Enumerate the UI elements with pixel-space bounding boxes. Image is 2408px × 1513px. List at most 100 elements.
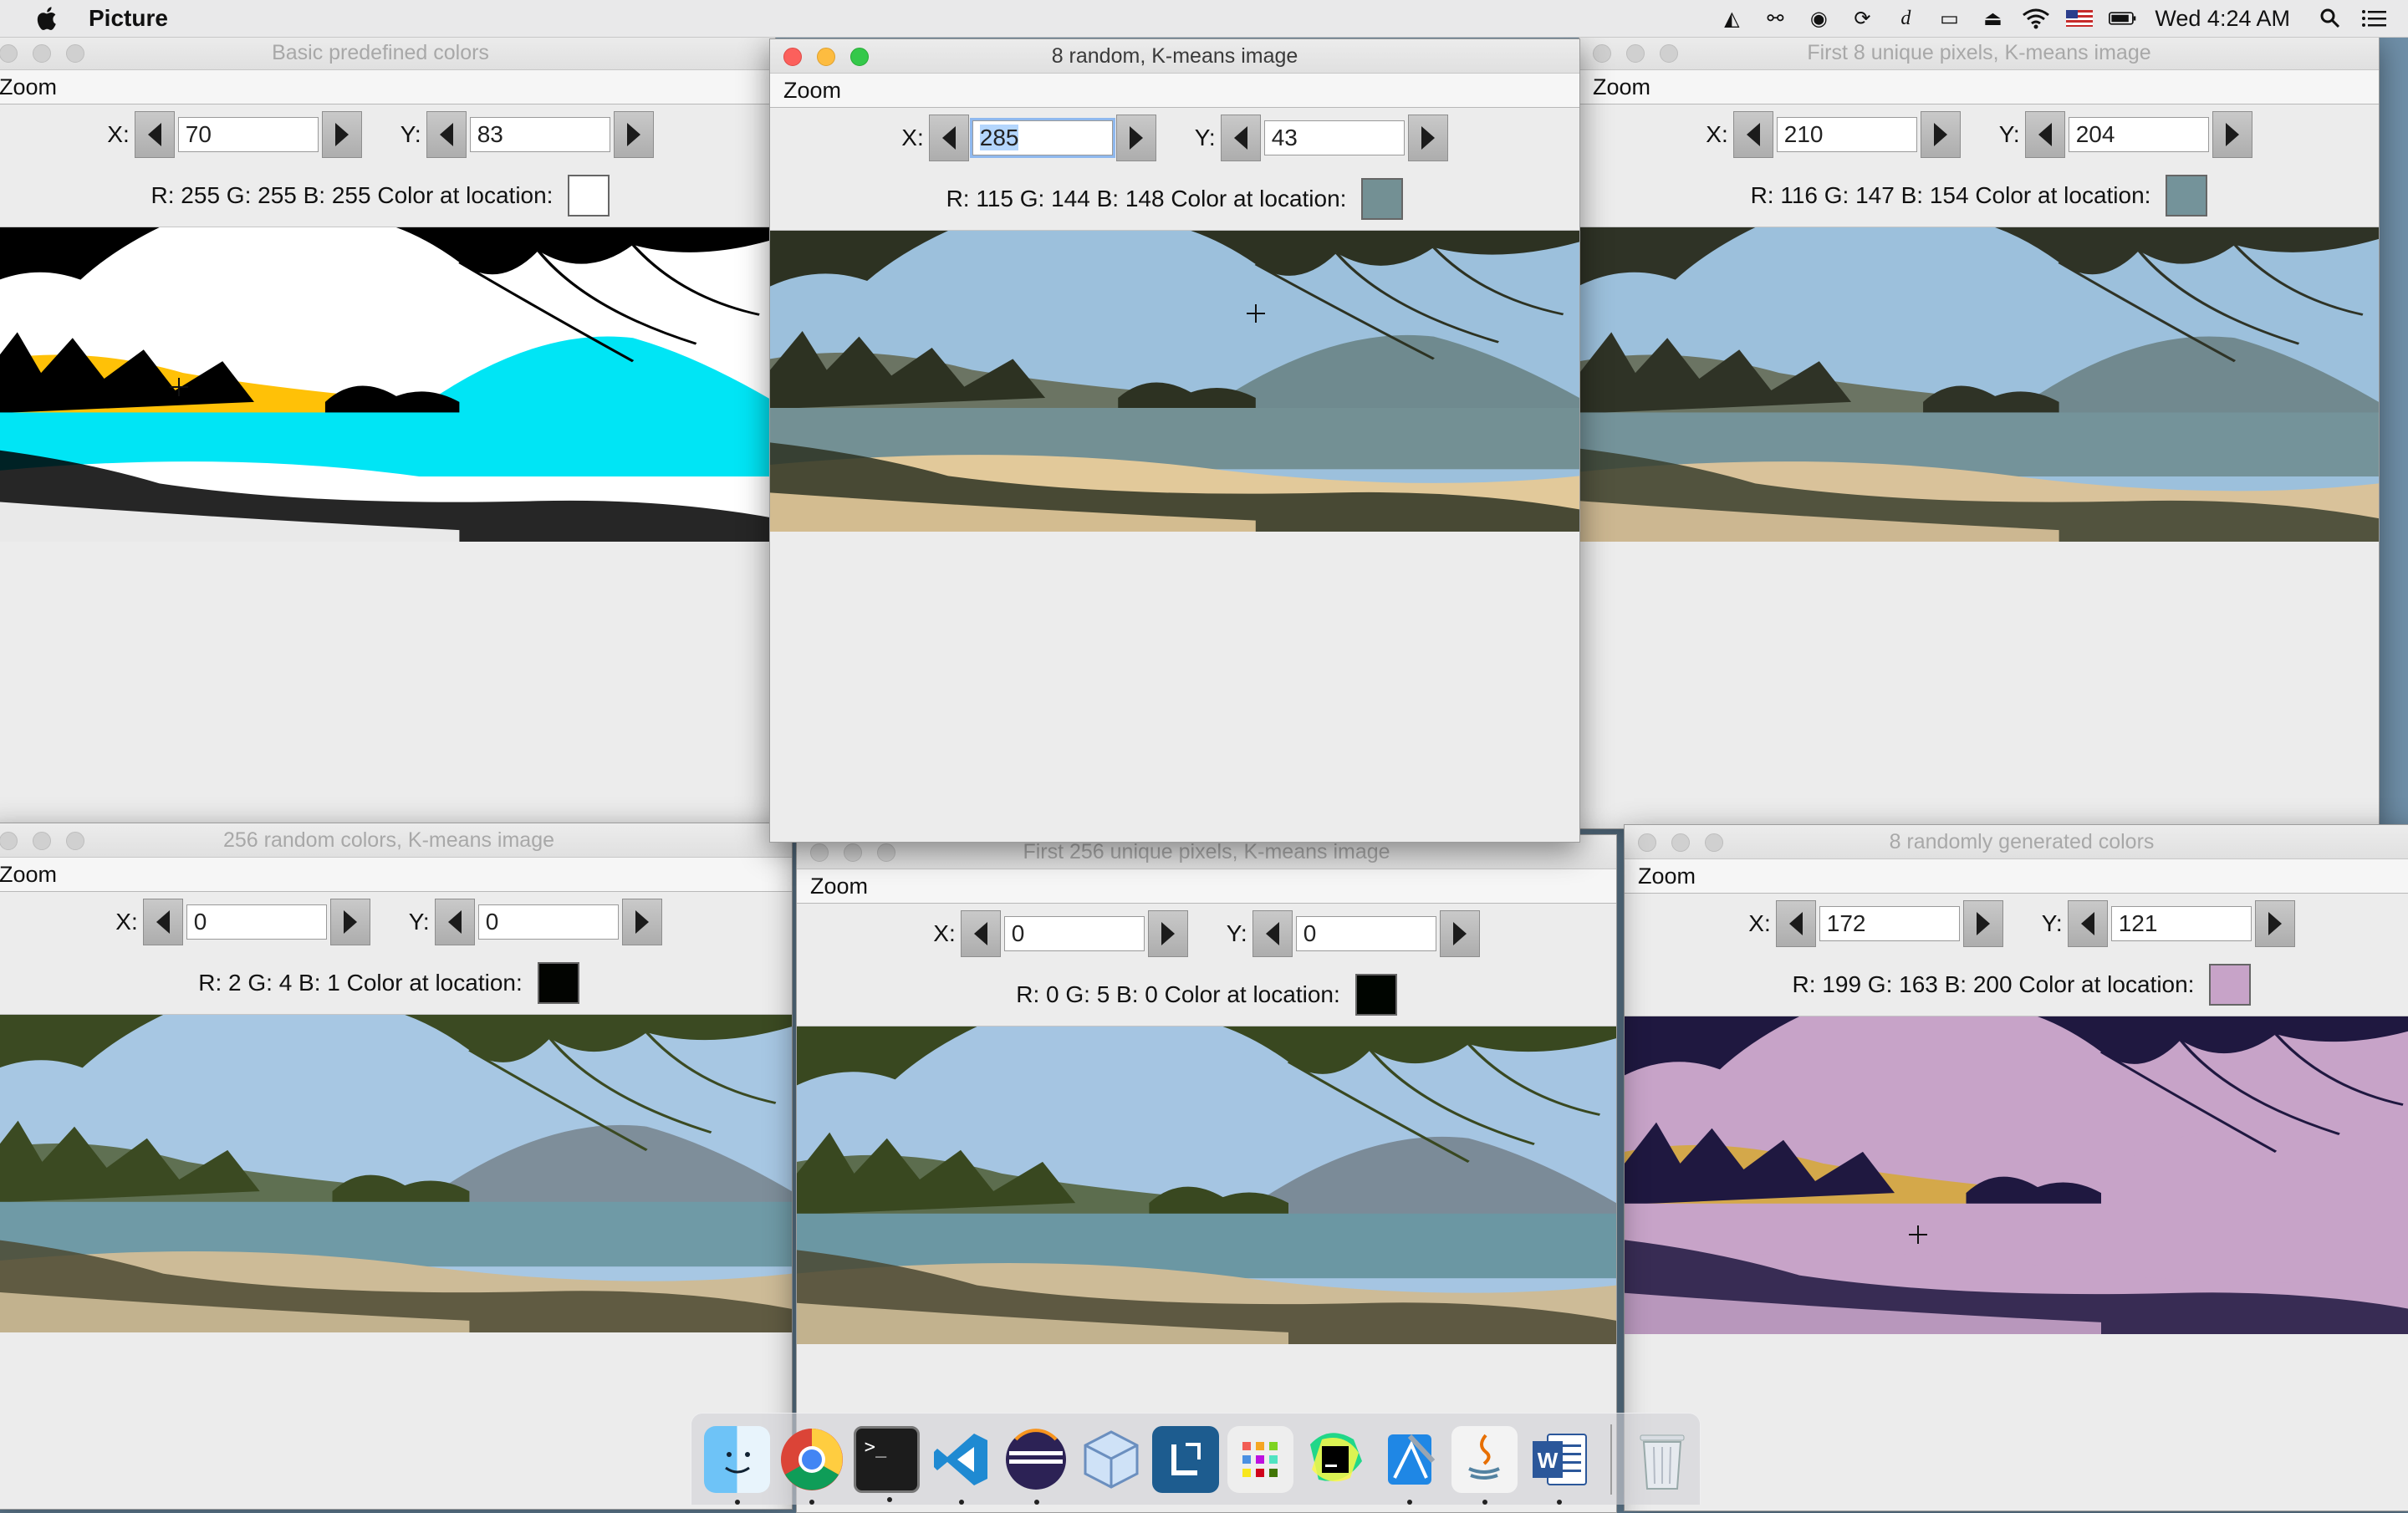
airplay-icon[interactable]: ▭	[1935, 6, 1963, 31]
menu-zoom[interactable]: Zoom	[1579, 70, 2379, 104]
y-increment-button[interactable]	[2212, 111, 2252, 158]
svg-text:W: W	[1538, 1448, 1559, 1473]
arrow-right-icon	[1452, 922, 1467, 945]
lasso-icon[interactable]	[1152, 1425, 1219, 1493]
y-increment-button[interactable]	[2254, 900, 2295, 947]
menu-zoom[interactable]: Zoom	[0, 70, 775, 104]
picture-canvas[interactable]	[770, 231, 1579, 532]
rgb-text: R: 199 G: 163 B: 200 Color at location:	[1792, 971, 2195, 997]
y-increment-button[interactable]	[613, 111, 654, 158]
picture-canvas[interactable]	[797, 1026, 1616, 1344]
window-unique256[interactable]: First 256 unique pixels, K-means image Z…	[796, 834, 1617, 1513]
us-flag-icon[interactable]	[2065, 6, 2094, 31]
color-swatch	[1354, 974, 1397, 1016]
picture-canvas[interactable]	[1579, 227, 2379, 542]
picture-canvas[interactable]	[1625, 1016, 2408, 1334]
x-decrement-button[interactable]	[142, 899, 183, 945]
virtualbox-icon[interactable]	[1078, 1426, 1144, 1493]
x-decrement-button[interactable]	[928, 115, 969, 161]
wifi-icon[interactable]	[2022, 6, 2050, 31]
x-increment-button[interactable]	[321, 111, 362, 158]
y-increment-button[interactable]	[1439, 910, 1480, 957]
dock-separator	[1610, 1424, 1612, 1495]
color-readout: R: 115 G: 144 B: 148 Color at location:	[770, 168, 1579, 231]
x-label: X:	[107, 121, 130, 147]
menu-zoom[interactable]: Zoom	[797, 869, 1616, 904]
notification-center-icon[interactable]	[2360, 6, 2388, 31]
x-field[interactable]: 0	[1003, 916, 1145, 951]
window-titlebar[interactable]: Basic predefined colors	[0, 36, 775, 70]
x-decrement-button[interactable]	[1775, 900, 1816, 947]
window-titlebar[interactable]: 8 random, K-means image	[770, 39, 1579, 74]
adobe-icon[interactable]: ◭	[1717, 6, 1746, 31]
y-decrement-button[interactable]	[434, 899, 475, 945]
rgb-text: R: 255 G: 255 B: 255 Color at location:	[150, 182, 554, 208]
window-generated8[interactable]: 8 randomly generated colors Zoom X: 172 …	[1624, 824, 2408, 1511]
eject-icon[interactable]: ⏏	[1978, 6, 2007, 31]
y-field[interactable]: 121	[2110, 906, 2252, 941]
arrow-right-icon	[343, 910, 357, 934]
picture-canvas[interactable]	[0, 1015, 792, 1332]
x-field[interactable]: 0	[186, 904, 327, 940]
pycharm-icon[interactable]	[1302, 1426, 1368, 1493]
menu-zoom[interactable]: Zoom	[0, 858, 792, 892]
y-decrement-button[interactable]	[2067, 900, 2108, 947]
x-field[interactable]: 70	[177, 117, 319, 152]
y-decrement-button[interactable]	[1220, 115, 1261, 161]
picture-canvas[interactable]	[0, 227, 775, 542]
terminal-icon[interactable]: >_	[853, 1425, 921, 1502]
trash-icon[interactable]	[1630, 1426, 1696, 1493]
y-increment-button[interactable]	[1407, 115, 1448, 161]
arrow-right-icon	[626, 123, 640, 146]
word-icon[interactable]: W	[1526, 1426, 1592, 1505]
menubar-clock[interactable]: Wed 4:24 AM	[2155, 6, 2290, 32]
creative-cloud-icon[interactable]: ⚯	[1761, 6, 1789, 31]
window-basic[interactable]: Basic predefined colors Zoom X: 70 Y: 83…	[0, 35, 776, 829]
java-icon[interactable]	[1451, 1425, 1518, 1505]
x-increment-button[interactable]	[1962, 900, 2003, 947]
window-unique8[interactable]: First 8 unique pixels, K-means image Zoo…	[1579, 35, 2380, 829]
backup-icon[interactable]: ◉	[1804, 6, 1833, 31]
y-decrement-button[interactable]	[426, 111, 467, 158]
window-titlebar[interactable]: 8 randomly generated colors	[1625, 825, 2408, 859]
x-increment-button[interactable]	[1115, 115, 1156, 161]
window-titlebar[interactable]: First 8 unique pixels, K-means image	[1579, 36, 2379, 70]
y-field[interactable]: 83	[469, 117, 610, 152]
y-field[interactable]: 204	[2068, 117, 2209, 152]
window-titlebar[interactable]: 256 random colors, K-means image	[0, 823, 792, 858]
y-increment-button[interactable]	[621, 899, 662, 945]
x-increment-button[interactable]	[1920, 111, 1961, 158]
y-decrement-button[interactable]	[1252, 910, 1293, 957]
launchpad-icon[interactable]	[1227, 1425, 1294, 1493]
arrow-left-icon	[156, 910, 170, 934]
y-field[interactable]: 0	[1295, 916, 1436, 951]
apple-icon[interactable]	[33, 4, 62, 33]
x-field[interactable]: 285	[972, 120, 1113, 155]
window-random256[interactable]: 256 random colors, K-means image Zoom X:…	[0, 823, 793, 1510]
vscode-icon[interactable]	[928, 1426, 994, 1505]
sync-icon[interactable]: ⟳	[1848, 6, 1876, 31]
app-name[interactable]: Picture	[89, 5, 168, 32]
window-title: 256 random colors, K-means image	[222, 828, 555, 852]
x-increment-button[interactable]	[1147, 910, 1188, 957]
finder-icon[interactable]	[704, 1425, 771, 1505]
dictionary-icon[interactable]: d	[1891, 6, 1920, 31]
y-decrement-button[interactable]	[2024, 111, 2065, 158]
chrome-icon[interactable]	[778, 1426, 844, 1505]
window-random8[interactable]: 8 random, K-means image Zoom X: 285 Y: 4…	[769, 38, 1580, 843]
y-field[interactable]: 43	[1263, 120, 1405, 155]
x-field[interactable]: 210	[1776, 117, 1917, 152]
battery-icon[interactable]	[2109, 6, 2137, 31]
x-field[interactable]: 172	[1819, 906, 1960, 941]
x-increment-button[interactable]	[329, 899, 370, 945]
menu-zoom[interactable]: Zoom	[770, 74, 1579, 108]
menu-zoom[interactable]: Zoom	[1625, 859, 2408, 894]
eclipse-icon[interactable]	[1003, 1426, 1069, 1505]
arrow-left-icon	[439, 123, 453, 146]
x-decrement-button[interactable]	[960, 910, 1001, 957]
x-decrement-button[interactable]	[134, 111, 175, 158]
x-decrement-button[interactable]	[1732, 111, 1773, 158]
xcode-icon[interactable]	[1376, 1426, 1442, 1505]
y-field[interactable]: 0	[477, 904, 619, 940]
spotlight-icon[interactable]	[2316, 6, 2344, 31]
